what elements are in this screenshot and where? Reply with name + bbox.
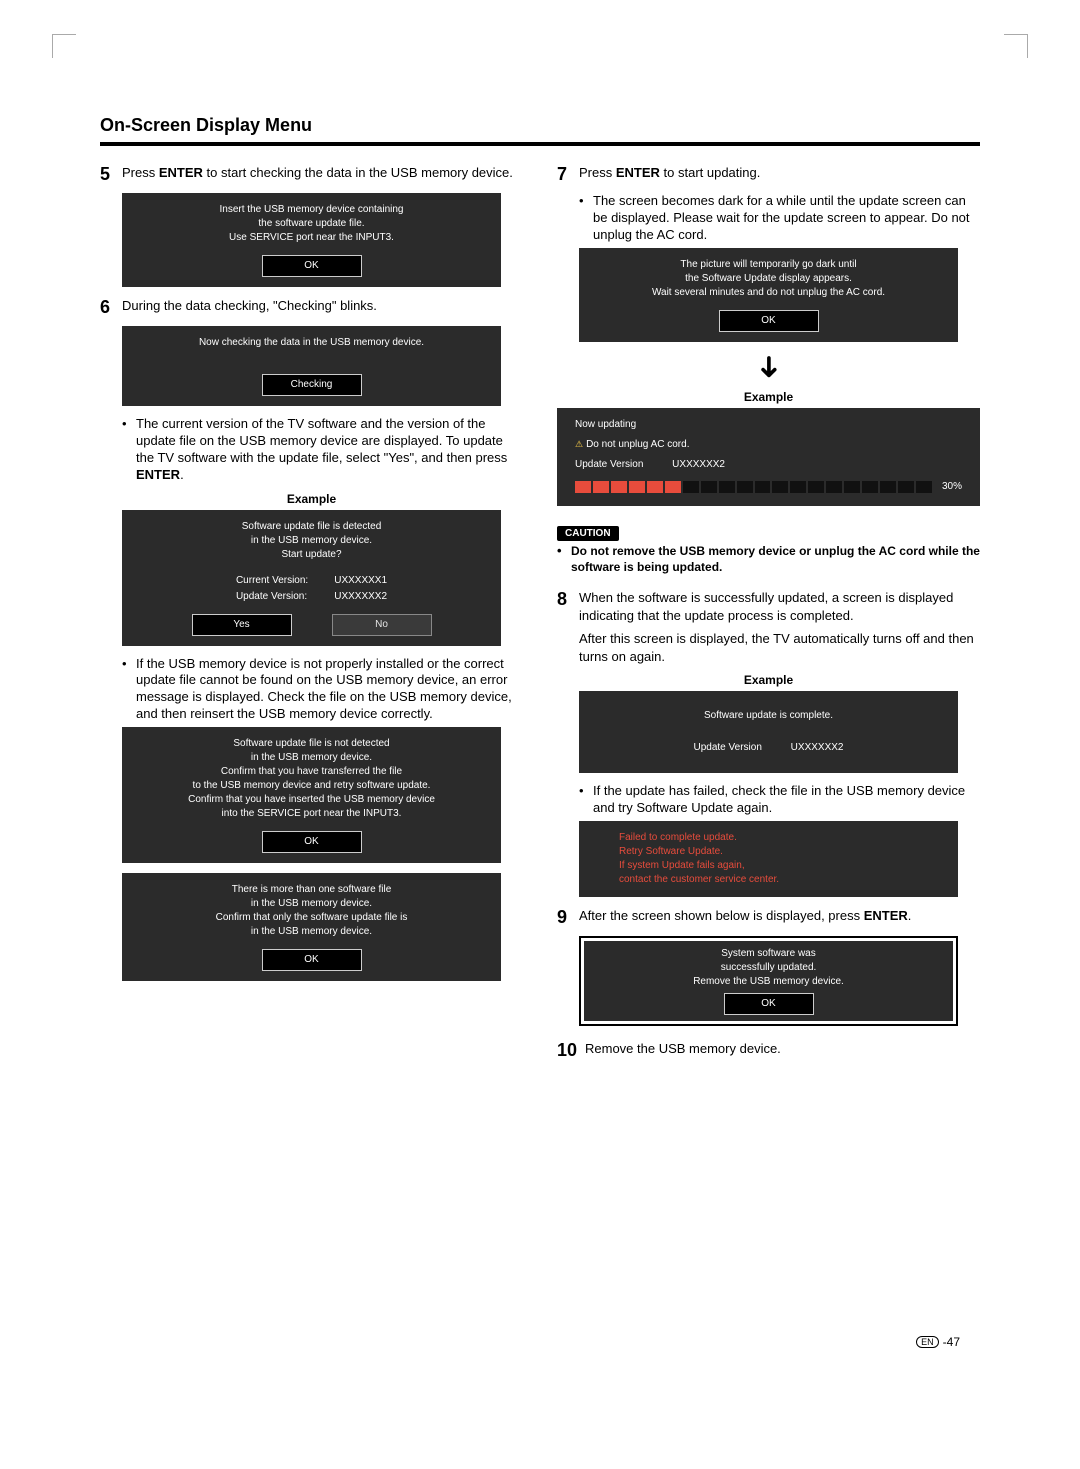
dialog-line: into the SERVICE port near the INPUT3.	[136, 807, 487, 821]
step-number: 10	[557, 1040, 585, 1061]
step-number: 8	[557, 589, 579, 610]
step-5-text: Press ENTER to start checking the data i…	[122, 164, 523, 182]
progress-percent: 30%	[942, 480, 966, 494]
language-badge: EN	[916, 1336, 939, 1348]
page-content: On-Screen Display Menu 5 Press ENTER to …	[0, 0, 1080, 1109]
ok-button[interactable]: OK	[262, 255, 362, 277]
arrow-down-icon: ➜	[754, 155, 784, 578]
example-label: Example	[100, 492, 523, 506]
dialog-line: Software update is complete.	[593, 709, 944, 723]
bullet-update-failed: If the update has failed, check the file…	[579, 783, 980, 817]
no-button[interactable]: No	[332, 614, 432, 636]
ok-button[interactable]: OK	[724, 993, 814, 1015]
dialog-line: successfully updated.	[590, 961, 947, 975]
dialog-line: Software update file is detected	[136, 520, 487, 534]
step-number: 5	[100, 164, 122, 185]
step-number: 9	[557, 907, 579, 928]
caution-badge: CAUTION	[557, 526, 619, 541]
dialog-line: Insert the USB memory device containing	[136, 203, 487, 217]
dialog-not-detected: Software update file is not detected in …	[122, 727, 501, 863]
checking-button: Checking	[262, 374, 362, 396]
dialog-line: Remove the USB memory device.	[590, 975, 947, 989]
update-version-label: Update Version	[575, 459, 643, 470]
step-9: 9 After the screen shown below is displa…	[557, 907, 980, 928]
step-number: 7	[557, 164, 579, 185]
dialog-line: Retry Software Update.	[619, 845, 918, 859]
dialog-line: in the USB memory device.	[136, 925, 487, 939]
dialog-line: If system Update fails again,	[619, 859, 918, 873]
warning-icon: ⚠	[575, 439, 583, 449]
dialog-line: There is more than one software file	[136, 883, 487, 897]
dialog-line: in the USB memory device.	[136, 897, 487, 911]
step-6: 6 During the data checking, "Checking" b…	[100, 297, 523, 318]
step-10-text: Remove the USB memory device.	[585, 1040, 980, 1058]
dialog-line: Confirm that you have inserted the USB m…	[136, 793, 487, 807]
dialog-line: Software update file is not detected	[136, 737, 487, 751]
dialog-update-detected: Software update file is detected in the …	[122, 510, 501, 646]
step-8: 8 When the software is successfully upda…	[557, 589, 980, 665]
dialog-line: System software was	[590, 947, 947, 961]
bullet-error-case: If the USB memory device is not properly…	[122, 656, 523, 724]
left-column: 5 Press ENTER to start checking the data…	[100, 156, 523, 1069]
dialog-line: Use SERVICE port near the INPUT3.	[136, 231, 487, 245]
dialog-success-frame: System software was successfully updated…	[579, 936, 958, 1026]
crop-mark-tl	[52, 34, 76, 58]
two-column-layout: 5 Press ENTER to start checking the data…	[100, 156, 980, 1069]
step-6-text: During the data checking, "Checking" bli…	[122, 297, 523, 315]
update-version-value: UXXXXXX2	[672, 459, 725, 470]
step-8-para2: After this screen is displayed, the TV a…	[579, 630, 980, 665]
dialog-line: to the USB memory device and retry softw…	[136, 779, 487, 793]
dialog-update-complete: Software update is complete. Update Vers…	[579, 691, 958, 773]
dialog-line: in the USB memory device.	[136, 751, 487, 765]
dialog-update-failed: Failed to complete update. Retry Softwar…	[579, 821, 958, 897]
section-rule	[100, 142, 980, 146]
example-label: Example	[557, 673, 980, 687]
updating-warn: Do not unplug AC cord.	[586, 439, 689, 450]
step-number: 6	[100, 297, 122, 318]
yes-button[interactable]: Yes	[192, 614, 292, 636]
update-version-label: Update Version	[694, 742, 762, 753]
step-9-text: After the screen shown below is displaye…	[579, 907, 980, 925]
bullet-version-info: The current version of the TV software a…	[122, 416, 523, 484]
crop-mark-tr	[1004, 34, 1028, 58]
dialog-line: Now checking the data in the USB memory …	[136, 336, 487, 350]
version-table: Current Version:UXXXXXX1 Update Version:…	[222, 572, 401, 606]
page-footer: EN - 47	[916, 1335, 960, 1349]
step-8-para1: When the software is successfully update…	[579, 589, 980, 624]
progress-bar	[575, 481, 932, 493]
dialog-line: contact the customer service center.	[619, 873, 918, 887]
step-5: 5 Press ENTER to start checking the data…	[100, 164, 523, 185]
dialog-line: in the USB memory device.	[136, 534, 487, 548]
right-column: 7 Press ENTER to start updating. The scr…	[557, 156, 980, 1069]
dialog-line: Confirm that only the software update fi…	[136, 911, 487, 925]
dialog-insert-usb: Insert the USB memory device containing …	[122, 193, 501, 287]
update-version-value: UXXXXXX2	[791, 742, 844, 753]
section-title: On-Screen Display Menu	[100, 115, 980, 136]
page-number: 47	[947, 1335, 960, 1349]
dialog-line: Failed to complete update.	[619, 831, 918, 845]
ok-button[interactable]: OK	[262, 949, 362, 971]
dialog-line: Start update?	[136, 548, 487, 562]
dialog-line: the software update file.	[136, 217, 487, 231]
dialog-line: Confirm that you have transferred the fi…	[136, 765, 487, 779]
ok-button[interactable]: OK	[262, 831, 362, 853]
step-10: 10 Remove the USB memory device.	[557, 1040, 980, 1061]
dialog-multiple-files: There is more than one software file in …	[122, 873, 501, 981]
dialog-checking: Now checking the data in the USB memory …	[122, 326, 501, 406]
